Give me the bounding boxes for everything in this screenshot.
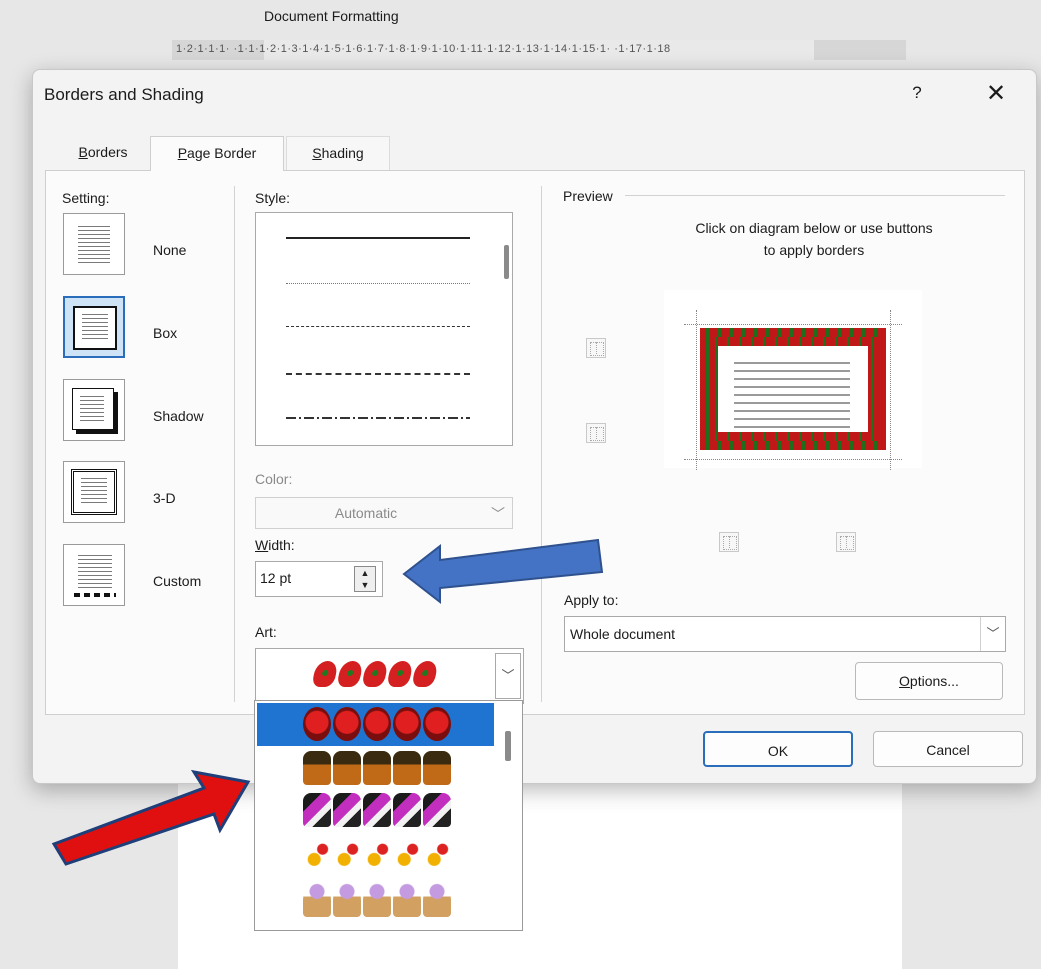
chevron-down-icon[interactable]: ﹀ xyxy=(495,653,521,699)
width-value: 12 pt xyxy=(260,570,292,586)
help-button[interactable]: ? xyxy=(907,83,927,107)
apply-to-dropdown[interactable]: Whole document ﹀ xyxy=(564,616,1006,652)
tab-shading[interactable]: Shading xyxy=(286,136,390,170)
art-item-ice-cream[interactable] xyxy=(303,883,451,917)
preview-text-lines xyxy=(734,362,850,432)
spin-up-icon[interactable]: ▲ xyxy=(355,567,375,579)
style-heading: Style: xyxy=(255,190,291,206)
ok-button[interactable]: OK xyxy=(703,731,853,767)
style-list[interactable] xyxy=(255,212,513,446)
close-button[interactable]: ✕ xyxy=(983,80,1009,108)
left-border-button[interactable] xyxy=(719,532,739,552)
tab-page-border[interactable]: Page Border xyxy=(150,136,284,171)
right-border-button[interactable] xyxy=(836,532,856,552)
chevron-down-icon: ﹀ xyxy=(980,617,1005,651)
art-dropdown-list[interactable] xyxy=(254,700,523,931)
preview-instruction-1: Click on diagram below or use buttons xyxy=(695,220,933,236)
preview-instruction-2: to apply borders xyxy=(763,242,865,258)
tab-borders[interactable]: Borders xyxy=(57,136,149,170)
style-dashed-small[interactable] xyxy=(286,326,470,327)
spin-down-icon[interactable]: ▼ xyxy=(355,579,375,591)
setting-box-thumb[interactable] xyxy=(63,296,125,358)
setting-shadow-thumb[interactable] xyxy=(63,379,125,441)
setting-none-thumb[interactable] xyxy=(63,213,125,275)
color-value: Automatic xyxy=(334,505,398,521)
ruler[interactable]: 1·2·1·1·1· ·1·1·1·2·1·3·1·4·1·5·1·6·1·7·… xyxy=(172,40,906,60)
document-title: Document Formatting xyxy=(264,8,399,24)
width-spinner[interactable]: ▲ ▼ xyxy=(354,566,376,592)
art-list-scrollbar[interactable] xyxy=(505,731,511,761)
art-selected-flowers xyxy=(311,661,439,687)
setting-custom-thumb[interactable] xyxy=(63,544,125,606)
art-item-candy-corn[interactable] xyxy=(303,839,451,873)
cancel-button[interactable]: Cancel xyxy=(873,731,1023,767)
preview-diagram[interactable] xyxy=(664,290,922,470)
setting-3d-thumb[interactable] xyxy=(63,461,125,523)
top-border-button[interactable] xyxy=(586,338,606,358)
art-item-baskets[interactable] xyxy=(303,751,451,785)
setting-custom-label[interactable]: Custom xyxy=(153,573,201,589)
width-field[interactable]: 12 pt ▲ ▼ xyxy=(255,561,383,597)
blue-arrow-annotation xyxy=(402,538,604,605)
art-heading: Art: xyxy=(255,624,277,640)
separator-right xyxy=(541,186,542,702)
separator-left xyxy=(234,186,235,702)
setting-box-label[interactable]: Box xyxy=(153,325,177,341)
color-heading: Color: xyxy=(255,471,293,487)
borders-and-shading-dialog: Borders and Shading ? ✕ Borders Page Bor… xyxy=(32,69,1037,784)
red-arrow-annotation xyxy=(51,769,251,866)
dialog-title: Borders and Shading xyxy=(44,85,204,104)
style-scrollbar[interactable] xyxy=(504,245,509,279)
apply-to-value: Whole document xyxy=(570,626,676,642)
ruler-numbers: 1·2·1·1·1· ·1·1·1·2·1·3·1·4·1·5·1·6·1·7·… xyxy=(176,43,671,55)
setting-shadow-label[interactable]: Shadow xyxy=(153,408,204,424)
style-solid[interactable] xyxy=(286,237,470,239)
options-button[interactable]: Options... xyxy=(855,662,1003,700)
color-dropdown[interactable]: Automatic ﹀ xyxy=(255,497,513,529)
setting-3d-label[interactable]: 3-D xyxy=(153,490,176,506)
bottom-border-button[interactable] xyxy=(586,423,606,443)
width-heading: Width: xyxy=(255,537,295,553)
chevron-down-icon: ﹀ xyxy=(491,506,505,522)
art-dropdown[interactable]: ﹀ xyxy=(255,648,524,704)
style-dotted[interactable] xyxy=(286,283,470,284)
preview-heading: Preview xyxy=(563,188,613,204)
art-item-cakes[interactable] xyxy=(303,793,451,827)
setting-heading: Setting: xyxy=(62,190,110,206)
style-dashed[interactable] xyxy=(286,373,470,375)
style-dash-dot[interactable] xyxy=(286,417,470,419)
setting-none-label[interactable]: None xyxy=(153,242,186,258)
art-item-tomatoes[interactable] xyxy=(303,707,451,741)
